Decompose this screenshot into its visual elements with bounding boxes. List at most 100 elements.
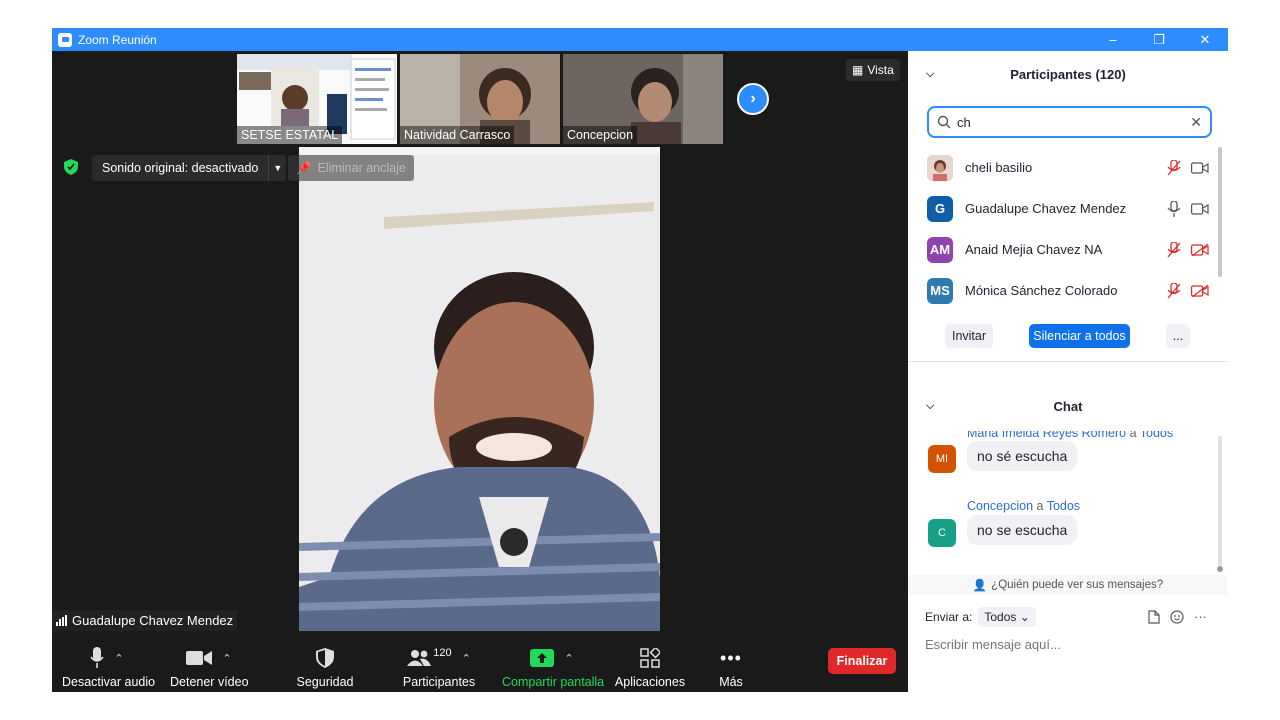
security-shield-icon xyxy=(316,648,334,668)
restore-button[interactable]: ❐ xyxy=(1136,28,1182,51)
send-to: Enviar a: Todos ⌄ xyxy=(925,607,1036,627)
participant-row[interactable]: cheli basilio xyxy=(908,147,1228,188)
chevron-down-icon[interactable]: ⌵ xyxy=(926,400,934,413)
participants-button[interactable]: 120 ⌃ Participantes xyxy=(394,645,484,689)
emoji-icon[interactable] xyxy=(1170,609,1184,624)
chat-message-input[interactable]: Escribir mensaje aquí... xyxy=(925,637,1061,652)
chat-tools: ··· xyxy=(1148,609,1207,624)
profile-photo xyxy=(927,154,953,181)
send-to-select[interactable]: Todos ⌄ xyxy=(978,607,1036,627)
to-word: a xyxy=(1036,499,1044,513)
signal-bars-icon xyxy=(56,615,67,626)
original-sound-label: Sonido original: desactivado xyxy=(102,161,259,175)
grid-icon: ▦ xyxy=(852,63,864,77)
thumb-name-label: Concepcion xyxy=(563,126,638,144)
avatar: MI xyxy=(928,445,956,473)
mute-all-button[interactable]: Silenciar a todos xyxy=(1029,324,1130,348)
chevron-down-icon[interactable]: ▼ xyxy=(268,155,286,181)
chat-message: Maria Imelda Reyes Romero a Todos MI no … xyxy=(928,431,1218,486)
send-to-value: Todos xyxy=(984,610,1017,624)
message-bubble: no se escucha xyxy=(967,515,1078,545)
microphone-icon[interactable] xyxy=(1167,200,1181,217)
speaker-name-tag: Guadalupe Chavez Mendez xyxy=(52,610,238,631)
chevron-up-icon[interactable]: ⌃ xyxy=(222,652,231,665)
chevron-up-icon[interactable]: ⌃ xyxy=(114,652,123,665)
chat-scrollbar[interactable] xyxy=(1217,436,1223,572)
share-screen-icon xyxy=(530,649,555,667)
person-eye-icon: 👤 xyxy=(972,580,988,592)
participant-row[interactable]: AM Anaid Mejia Chavez NA xyxy=(908,229,1228,270)
title-bar: Zoom Reunión – ❐ ✕ xyxy=(52,28,1228,51)
camera-icon[interactable] xyxy=(1191,202,1209,215)
avatar: AM xyxy=(927,236,953,263)
chat-title: Chat xyxy=(1053,398,1083,414)
participants-header: ⌵ Participantes (120) xyxy=(908,51,1228,97)
stop-video-button[interactable]: ⌃ Detener vídeo xyxy=(170,645,249,689)
meeting-toolbar: ⌃ Desactivar audio ⌃ Detener vídeo Segur… xyxy=(52,631,908,692)
sender-name[interactable]: Maria Imelda Reyes Romero xyxy=(967,431,1126,440)
mic-muted-icon[interactable] xyxy=(1167,282,1181,299)
invite-button[interactable]: Invitar xyxy=(945,324,993,348)
chevron-up-icon[interactable]: ⌃ xyxy=(462,652,471,665)
apps-label: Aplicaciones xyxy=(614,675,686,689)
participant-row[interactable]: G Guadalupe Chavez Mendez xyxy=(908,188,1228,229)
meeting-area: SETSE ESTATAL Natividad Carrasco Concepc… xyxy=(52,51,908,692)
chevron-up-icon[interactable]: ⌃ xyxy=(564,652,573,665)
window-title: Zoom Reunión xyxy=(78,32,157,47)
security-button[interactable]: Seguridad xyxy=(296,645,354,689)
view-button[interactable]: ▦ Vista xyxy=(846,59,900,81)
thumb-name-label: SETSE ESTATAL xyxy=(237,126,343,144)
camera-icon[interactable] xyxy=(1191,161,1209,174)
chevron-down-icon: ⌄ xyxy=(1019,610,1030,624)
close-button[interactable]: ✕ xyxy=(1182,28,1228,51)
unpin-button[interactable]: 📌 Eliminar anclaje xyxy=(288,155,414,181)
original-sound-toggle[interactable]: Sonido original: desactivado ▼ xyxy=(92,155,287,181)
end-meeting-button[interactable]: Finalizar xyxy=(828,648,896,674)
camera-off-icon[interactable] xyxy=(1191,284,1209,297)
apps-button[interactable]: Aplicaciones xyxy=(614,645,686,689)
more-button[interactable]: ••• Más xyxy=(716,645,746,690)
participant-list-scrollbar[interactable] xyxy=(1218,147,1222,277)
more-options-button[interactable]: ... xyxy=(1166,324,1190,348)
participant-name: Anaid Mejia Chavez NA xyxy=(965,242,1103,257)
participants-count: 120 xyxy=(433,647,452,659)
more-dots-icon: ••• xyxy=(720,647,742,668)
sender-name[interactable]: Concepcion xyxy=(967,499,1033,513)
participants-title: Participantes (120) xyxy=(1010,66,1126,82)
participant-row[interactable]: MS Mónica Sánchez Colorado xyxy=(908,270,1228,311)
video-camera-icon xyxy=(186,651,213,665)
speaker-video xyxy=(299,147,660,631)
share-screen-label: Compartir pantalla xyxy=(502,675,605,689)
mic-muted-icon[interactable] xyxy=(1167,159,1181,176)
divider xyxy=(908,361,1228,362)
camera-off-icon[interactable] xyxy=(1191,243,1209,256)
chevron-right-icon[interactable]: › xyxy=(737,83,769,115)
to-word: a xyxy=(1129,431,1137,440)
message-bubble: no sé escucha xyxy=(967,441,1078,471)
participant-name: cheli basilio xyxy=(965,160,1033,175)
chat-header: ⌵ Chat xyxy=(908,391,1228,421)
who-can-see-messages[interactable]: 👤 ¿Quién puede ver sus mensajes? xyxy=(908,575,1228,595)
participant-name: Mónica Sánchez Colorado xyxy=(965,283,1118,298)
avatar: G xyxy=(927,195,953,222)
clear-search-icon[interactable]: ✕ xyxy=(1190,114,1202,131)
view-label: Vista xyxy=(867,63,894,77)
zoom-logo-icon xyxy=(58,32,72,47)
participant-search-input[interactable]: ch ✕ xyxy=(927,106,1212,138)
who-can-see-label: ¿Quién puede ver sus mensajes? xyxy=(991,579,1164,591)
participant-list: cheli basilio G Guadalupe Chavez Mendez xyxy=(908,147,1228,307)
thumb-natividad-carrasco[interactable]: Natividad Carrasco xyxy=(400,54,560,144)
thumb-concepcion[interactable]: Concepcion xyxy=(563,54,723,144)
share-screen-button[interactable]: ⌃ Compartir pantalla xyxy=(502,645,605,689)
search-icon xyxy=(937,115,951,129)
minimize-button[interactable]: – xyxy=(1090,28,1136,51)
avatar: MS xyxy=(927,277,953,304)
mute-audio-label: Desactivar audio xyxy=(62,675,156,689)
participants-icon xyxy=(407,650,432,666)
chevron-down-icon[interactable]: ⌵ xyxy=(926,68,934,81)
file-icon[interactable] xyxy=(1148,609,1160,624)
mic-muted-icon[interactable] xyxy=(1167,241,1181,258)
thumb-setse-estatal[interactable]: SETSE ESTATAL xyxy=(237,54,397,144)
more-options-icon[interactable]: ··· xyxy=(1194,609,1207,624)
mute-audio-button[interactable]: ⌃ Desactivar audio xyxy=(62,645,156,689)
